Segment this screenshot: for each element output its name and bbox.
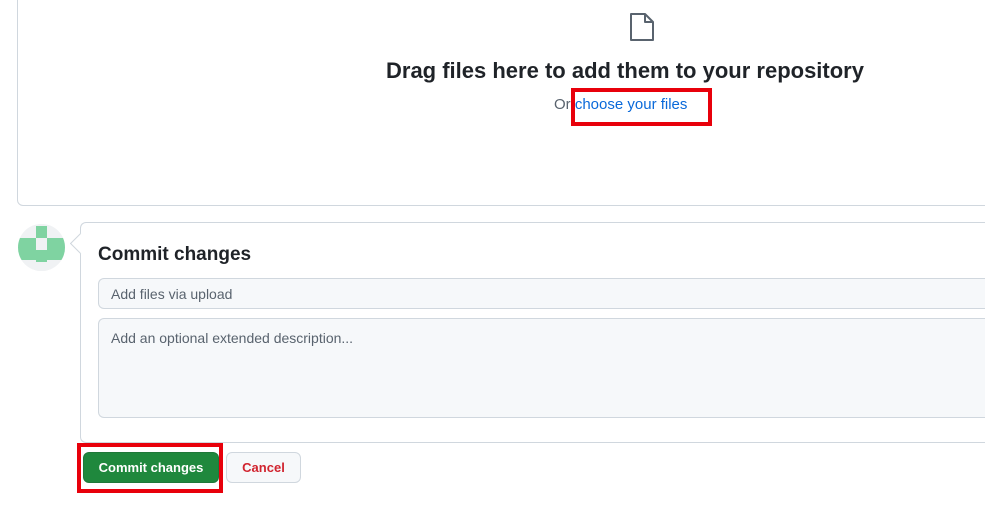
choose-files-link[interactable]: choose your files [575,96,688,113]
upload-files-page: Drag files here to add them to your repo… [0,0,985,517]
commit-description-input[interactable] [98,318,985,418]
cancel-button[interactable]: Cancel [226,452,301,483]
drop-zone-subtitle: Or choose your files [554,96,687,113]
file-drop-zone[interactable] [17,0,985,206]
drop-zone-title: Drag files here to add them to your repo… [386,58,864,83]
identicon-avatar [18,224,65,271]
or-text: Or [554,96,575,113]
file-icon [630,13,654,41]
commit-summary-input[interactable] [98,278,985,309]
commit-changes-button[interactable]: Commit changes [83,452,219,483]
avatar [18,224,65,271]
commit-title: Commit changes [98,244,252,265]
